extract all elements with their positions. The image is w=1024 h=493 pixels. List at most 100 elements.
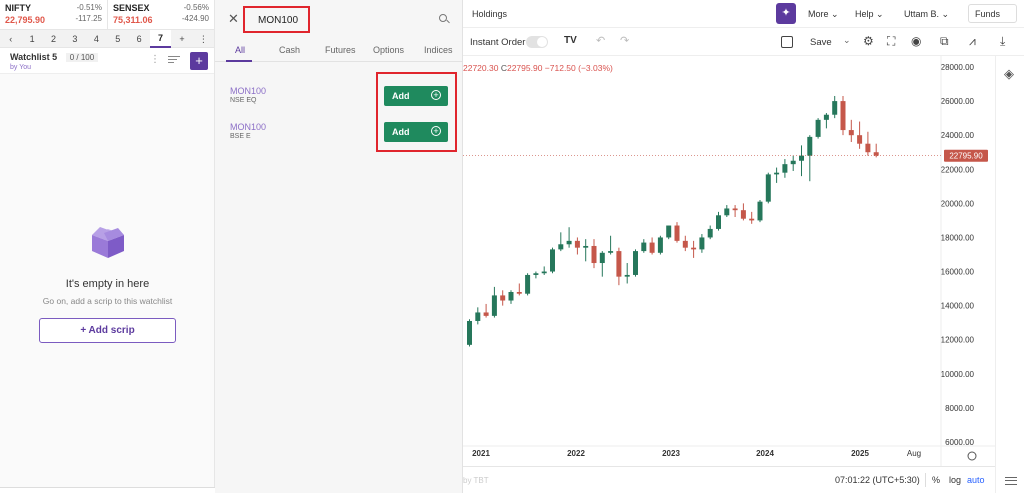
save-dropdown-icon[interactable]: ⌄ [843,35,851,46]
candle-body [749,218,755,221]
save-button[interactable]: Save [810,37,832,48]
nav-user[interactable]: Uttam B. ⌄ [904,9,949,20]
candle-body [807,136,813,156]
watchlist-tab-7[interactable]: 7 [149,29,172,48]
camera-icon[interactable]: ◉ [911,34,921,48]
download-icon[interactable]: ⤓ [1000,34,1005,49]
tab-cash[interactable]: Cash [279,45,300,55]
candle-body [516,292,522,294]
index-ticker-bar: NIFTY 22,795.90 -0.51% -117.25 SENSEX 75… [0,0,214,30]
sparkle-icon[interactable]: ✦ [776,3,796,24]
log-scale-toggle[interactable]: log [949,475,961,485]
candle-body [500,295,506,301]
watchlist-tab-4[interactable]: 4 [86,30,107,48]
fullscreen-icon[interactable]: ⛶ [887,34,895,49]
index-change: -424.90 [181,14,209,23]
x-tick-label: 2025 [851,449,869,458]
watchlist-tab-1[interactable]: 1 [21,30,42,48]
x-tick-label: 2023 [662,449,680,458]
empty-box-icon [91,227,124,258]
candle-body [591,245,597,264]
candle-body [732,208,738,211]
x-tick-label: Aug [907,449,921,458]
auto-scale-toggle[interactable]: auto [967,475,985,485]
search-input[interactable]: MON100 [243,6,310,33]
candle-body [848,130,854,136]
watchlist-tab-5[interactable]: 5 [107,30,128,48]
candle-body [491,295,497,316]
settings-gear-icon[interactable]: ⚙ [863,34,874,48]
layers-icon[interactable]: ◈ [1004,66,1014,82]
watchlist-count: 0 / 100 [65,53,99,62]
index-sensex[interactable]: SENSEX 75,311.06 -0.56% -424.90 [107,0,214,29]
add-watchlist-button[interactable]: + [190,52,208,70]
candle-body [691,247,697,250]
candle-body [550,249,555,272]
watchlist-tab-2[interactable]: 2 [43,30,64,48]
app-root: NIFTY 22,795.90 -0.51% -117.25 SENSEX 75… [0,0,1024,493]
watchlist-tab-prev[interactable]: ‹ [0,30,21,48]
candle-body [508,292,514,301]
empty-state: It's empty in here Go on, add a scrip to… [0,225,215,306]
tab-futures[interactable]: Futures [325,45,356,55]
instant-order-toggle[interactable] [526,36,548,48]
watchlist-title: Watchlist 5 [10,52,58,62]
target-icon [967,451,977,461]
index-nifty[interactable]: NIFTY 22,795.90 -0.51% -117.25 [0,0,107,29]
candle-body [641,242,647,252]
hamburger-menu-icon[interactable] [1005,474,1017,488]
x-tick-label: 2024 [756,449,774,458]
funds-button[interactable]: Funds [968,4,1017,23]
result-symbol: MON100 [230,122,267,132]
watchlist-tab-add[interactable]: + [171,30,192,48]
add-button-bse[interactable]: Add + [384,122,448,142]
x-tick-label: 2022 [567,449,585,458]
candle-body [566,240,572,245]
chart-bottom-bar: by TBT 07:01:22 (UTC+5:30) % log auto [463,466,995,493]
nav-holdings[interactable]: Holdings [472,9,507,19]
result-exchange: NSE EQ [230,97,257,104]
candle-body [765,174,771,202]
y-tick-label: 26000.00 [941,97,975,106]
candle-body [574,240,580,248]
candle-body [790,160,796,165]
y-tick-label: 18000.00 [941,233,975,242]
search-bar: ✕ MON100 [215,0,462,38]
candle-body [865,143,871,153]
kebab-icon[interactable]: ⋮ [150,54,160,65]
candlestick-chart[interactable]: 6000.008000.0010000.0012000.0014000.0016… [463,56,995,466]
redo-icon[interactable]: ↷ [620,34,629,47]
add-button-nse[interactable]: Add + [384,86,448,106]
candle-body [799,155,804,161]
y-tick-label: 28000.00 [941,63,975,72]
tab-indices[interactable]: Indices [424,45,453,55]
add-scrip-button[interactable]: + Add scrip [39,318,176,343]
indicators-icon[interactable]: ⩘ [969,34,976,49]
undo-icon[interactable]: ↶ [596,34,605,47]
nav-help[interactable]: Help ⌄ [855,9,884,20]
search-result-item[interactable]: MON100 BSE E [230,122,266,140]
tab-options[interactable]: Options [373,45,404,55]
tradingview-logo-icon: TV [564,35,577,46]
percent-scale-toggle[interactable]: % [932,475,940,485]
watchlist-tab-3[interactable]: 3 [64,30,85,48]
layout-checkbox-icon[interactable] [781,36,793,48]
close-icon[interactable]: ✕ [228,11,239,27]
candle-body [467,320,472,345]
watchlist-tab-menu[interactable]: ⋮ [193,30,214,48]
sort-filter-icon[interactable] [168,54,180,65]
search-icon[interactable] [439,14,447,22]
watchlist-tab-6[interactable]: 6 [128,30,149,48]
candle-body [782,164,788,173]
top-nav: Holdings ✦ More ⌄ Help ⌄ Uttam B. ⌄ Fund… [463,0,1024,28]
tab-all[interactable]: All [235,45,245,55]
watchlist-title-row: Watchlist 5 0 / 100 [10,52,214,62]
index-change: -117.25 [75,14,102,23]
search-result-item[interactable]: MON100 NSE EQ [230,86,266,104]
candle-body [599,252,605,264]
nav-more[interactable]: More ⌄ [808,9,839,20]
popout-icon[interactable]: ⧉ [940,34,949,49]
candle-body [823,114,829,120]
candle-body [608,251,614,253]
chart-area: Holdings ✦ More ⌄ Help ⌄ Uttam B. ⌄ Fund… [463,0,1024,493]
